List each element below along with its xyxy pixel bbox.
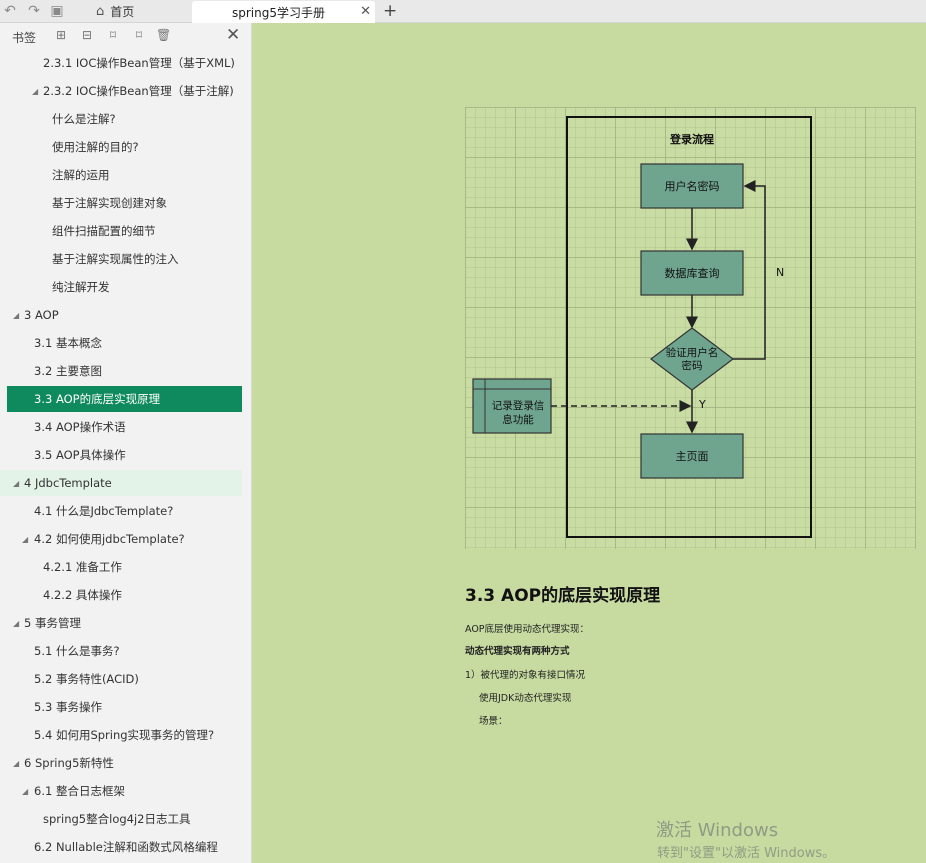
toc-item[interactable]: 3.4 AOP操作术语	[0, 414, 251, 440]
node-home-page-label: 主页面	[676, 450, 709, 463]
collapse-all-icon[interactable]: ⊟	[80, 28, 94, 42]
tab-document-label: spring5学习手册	[232, 5, 325, 20]
expand-arrow-icon[interactable]: ◢	[22, 535, 28, 544]
toc-item[interactable]: 组件扫描配置的细节	[0, 218, 251, 244]
expand-arrow-icon[interactable]: ◢	[13, 619, 19, 628]
paragraph-4: 使用JDK动态代理实现	[479, 693, 572, 704]
toc-item[interactable]: 5.2 事务特性(ACID)	[0, 666, 251, 692]
node-log-record-label-2: 息功能	[502, 413, 534, 426]
toc-item[interactable]: 纯注解开发	[0, 274, 251, 300]
expand-arrow-icon[interactable]: ◢	[13, 479, 19, 488]
bookmark-sidebar: 书签 ⊞ ⊟ ⌑ ⌑ 🗑 ✕ 2.3.1 IOC操作Bean管理（基于XML) …	[0, 23, 252, 863]
toc-item[interactable]: 4.1 什么是JdbcTemplate?	[0, 498, 251, 524]
toc-item[interactable]: ◢ 6 Spring5新特性	[0, 750, 251, 776]
paragraph-2: 动态代理实现有两种方式	[465, 646, 570, 657]
bookmark-icon[interactable]: ⌑	[132, 28, 146, 42]
expand-arrow-icon[interactable]: ◢	[13, 311, 19, 320]
toc-item[interactable]: 5.3 事务操作	[0, 694, 251, 720]
node-verify-label-2: 密码	[682, 359, 703, 372]
toc-item[interactable]: 基于注解实现属性的注入	[0, 246, 251, 272]
node-username-password-label: 用户名密码	[665, 179, 720, 193]
sidebar-header: 书签 ⊞ ⊟ ⌑ ⌑ 🗑 ✕	[0, 23, 251, 49]
toc-item[interactable]: 6.2 Nullable注解和函数式风格编程	[0, 834, 251, 860]
expand-arrow-icon[interactable]: ◢	[32, 87, 38, 96]
expand-all-icon[interactable]: ⊞	[54, 28, 68, 42]
save-icon[interactable]: ▣	[49, 3, 65, 19]
toc-item[interactable]: 2.3.1 IOC操作Bean管理（基于XML)	[0, 50, 251, 76]
new-tab-icon[interactable]: +	[383, 1, 397, 21]
toc-item[interactable]: 3.2 主要意图	[0, 358, 251, 384]
tab-bar: ↶ ↷ ▣ ⌂ 首页 spring5学习手册 ✕ +	[0, 0, 926, 23]
toc-item[interactable]: spring5整合log4j2日志工具	[0, 806, 251, 832]
toc-item[interactable]: ◢ 3 AOP	[0, 302, 251, 328]
redo-icon[interactable]: ↷	[26, 3, 42, 19]
home-icon: ⌂	[96, 4, 105, 19]
section-heading: 3.3 AOP的底层实现原理	[465, 586, 661, 606]
sidebar-title: 书签	[12, 31, 37, 45]
toc-item[interactable]: 5.1 什么是事务?	[0, 638, 251, 664]
tab-home[interactable]: ⌂ 首页	[96, 2, 134, 21]
paragraph-5: 场景：	[479, 716, 508, 727]
tab-document[interactable]: spring5学习手册 ✕	[192, 1, 375, 23]
toc-item[interactable]: 4.2.1 准备工作	[0, 554, 251, 580]
diagram-svg: 登录流程 用户名密码 数据库查询 验证用户名 密码 N Y 主页面 记录登录信 …	[472, 116, 812, 538]
toc-item[interactable]: 3.5 AOP具体操作	[0, 442, 251, 468]
close-sidebar-icon[interactable]: ✕	[226, 25, 240, 45]
toc-item[interactable]: 基于注解实现创建对象	[0, 190, 251, 216]
expand-arrow-icon[interactable]: ◢	[22, 787, 28, 796]
delete-icon[interactable]: 🗑	[156, 28, 171, 42]
toc-item[interactable]: 什么是注解?	[0, 106, 251, 132]
paragraph-1: AOP底层使用动态代理实现：	[465, 624, 590, 635]
activation-watermark-title: 激活 Windows	[656, 820, 779, 841]
toc-item-selected[interactable]: 3.3 AOP的底层实现原理	[7, 386, 242, 412]
node-verify	[650, 327, 734, 391]
toc-item[interactable]: ◢ 6.1 整合日志框架	[0, 778, 251, 804]
diagram-title: 登录流程	[669, 132, 714, 146]
node-log-record-label-1: 记录登录信	[492, 399, 545, 412]
close-tab-icon[interactable]: ✕	[360, 4, 371, 19]
document-view: 登录流程 用户名密码 数据库查询 验证用户名 密码 N Y 主页面 记录登录信 …	[253, 23, 926, 863]
label-yes: Y	[698, 398, 706, 411]
add-bookmark-icon[interactable]: ⌑	[106, 28, 120, 42]
toc-item[interactable]: 3.1 基本概念	[0, 330, 251, 356]
toc-item[interactable]: ◢ 5 事务管理	[0, 610, 251, 636]
toc-item[interactable]: 5.4 如何用Spring实现事务的管理?	[0, 722, 251, 748]
label-no: N	[776, 266, 784, 279]
node-db-query-label: 数据库查询	[665, 266, 720, 280]
toc-item[interactable]: ◢ 4 JdbcTemplate	[0, 470, 242, 496]
toc-item[interactable]: ◢ 2.3.2 IOC操作Bean管理（基于注解)	[0, 78, 251, 104]
toc-item[interactable]: 注解的运用	[0, 162, 251, 188]
activation-watermark-subtitle: 转到"设置"以激活 Windows。	[657, 846, 836, 861]
login-flow-diagram: 登录流程 用户名密码 数据库查询 验证用户名 密码 N Y 主页面 记录登录信 …	[465, 107, 916, 549]
toc-item[interactable]: 4.2.2 具体操作	[0, 582, 251, 608]
undo-icon[interactable]: ↶	[2, 3, 18, 19]
toc-item[interactable]: 使用注解的目的?	[0, 134, 251, 160]
tab-home-label: 首页	[110, 5, 135, 19]
expand-arrow-icon[interactable]: ◢	[13, 759, 19, 768]
toc-item[interactable]: ◢ 4.2 如何使用jdbcTemplate?	[0, 526, 251, 552]
paragraph-3: 1）被代理的对象有接口情况	[465, 670, 586, 681]
node-verify-label-1: 验证用户名	[666, 346, 719, 359]
